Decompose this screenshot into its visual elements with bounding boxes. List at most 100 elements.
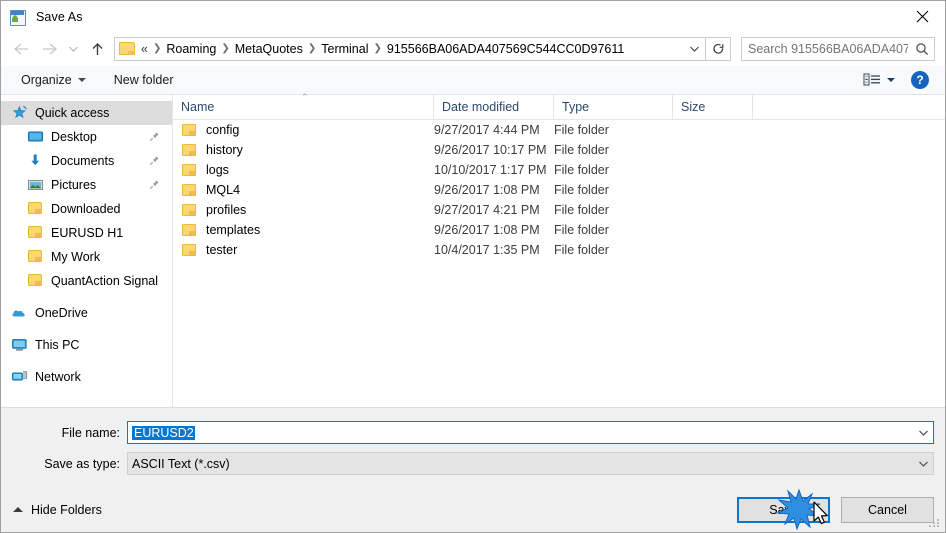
pin-icon[interactable] — [149, 155, 160, 166]
file-name-cell: logs — [173, 160, 434, 180]
view-chevron-down-icon[interactable] — [887, 78, 895, 82]
folder-icon — [27, 249, 44, 265]
network-icon — [11, 369, 28, 385]
sidebar-item-label: Pictures — [51, 178, 97, 192]
file-name: config — [206, 123, 240, 137]
file-name-cell: profiles — [173, 200, 434, 220]
window-title: Save As — [36, 9, 83, 24]
address-bar: « ❯ Roaming ❯ MetaQuotes ❯ Terminal ❯ 91… — [1, 32, 945, 66]
dialog-footer: Hide Folders Save Cancel — [1, 487, 945, 532]
breadcrumb-item-terminal[interactable]: Terminal — [317, 38, 372, 60]
breadcrumb-item-roaming[interactable]: Roaming — [162, 38, 220, 60]
breadcrumb-item-terminal-id[interactable]: 915566BA06ADA407569C544CC0D97611 — [383, 38, 628, 60]
filetype-chevron-down-icon[interactable] — [913, 460, 933, 468]
hide-folders-button[interactable]: Hide Folders — [13, 503, 102, 517]
sidebar-item-label: This PC — [35, 338, 80, 352]
table-row[interactable]: tester 10/4/2017 1:35 PM File folder — [173, 240, 945, 260]
sidebar-item-onedrive[interactable]: OneDrive — [1, 301, 172, 325]
address-chevron-down-icon[interactable] — [683, 45, 705, 53]
table-row[interactable]: logs 10/10/2017 1:17 PM File folder — [173, 160, 945, 180]
breadcrumb-overflow[interactable]: « — [138, 38, 152, 60]
column-header-row: Name Date modified Type Size ⌃ — [173, 92, 945, 120]
sidebar-item-quantaction-signal[interactable]: QuantAction Signal — [1, 269, 172, 293]
recent-locations-chevron-down-icon[interactable] — [63, 35, 83, 63]
filename-chevron-down-icon[interactable] — [913, 429, 933, 437]
organize-button[interactable]: Organize — [15, 70, 92, 90]
sidebar-item-eurusd-h1[interactable]: EURUSD H1 — [1, 221, 172, 245]
title-bar: Save As — [1, 1, 945, 32]
sidebar-item-this-pc[interactable]: This PC — [1, 333, 172, 357]
folder-icon — [27, 225, 44, 241]
folder-icon — [181, 163, 197, 177]
save-as-icon — [9, 8, 27, 26]
sidebar-item-label: OneDrive — [35, 306, 88, 320]
search-box[interactable] — [741, 37, 935, 61]
file-name: profiles — [206, 203, 247, 217]
file-date: 10/4/2017 1:35 PM — [434, 243, 540, 257]
filename-label: File name: — [61, 425, 120, 440]
sidebar-item-pictures[interactable]: Pictures — [1, 173, 172, 197]
filename-value: EURUSD2 — [132, 425, 195, 440]
save-button[interactable]: Save — [737, 496, 830, 523]
organize-label: Organize — [21, 73, 72, 87]
sidebar-item-desktop[interactable]: Desktop — [1, 125, 172, 149]
star-icon — [11, 105, 28, 121]
column-header-type[interactable]: Type — [554, 95, 673, 119]
new-folder-label: New folder — [113, 73, 174, 87]
filetype-select[interactable]: ASCII Text (*.csv) — [127, 452, 934, 475]
sidebar-item-label: Quick access — [35, 106, 110, 120]
pin-icon[interactable] — [149, 131, 160, 142]
file-type: File folder — [554, 123, 609, 137]
cancel-button[interactable]: Cancel — [841, 496, 934, 523]
table-row[interactable]: templates 9/26/2017 1:08 PM File folder — [173, 220, 945, 240]
file-name: history — [206, 143, 243, 157]
resize-grip-icon[interactable] — [929, 517, 941, 529]
up-arrow-icon[interactable] — [83, 35, 111, 63]
pin-icon[interactable] — [149, 179, 160, 190]
table-row[interactable]: history 9/26/2017 10:17 PM File folder — [173, 140, 945, 160]
file-size — [673, 160, 753, 180]
file-name: tester — [206, 243, 238, 257]
column-header-date-modified[interactable]: Date modified — [434, 95, 554, 119]
filetype-row: Save as type: ASCII Text (*.csv) — [1, 452, 945, 475]
folder-icon — [27, 201, 44, 217]
file-type: File folder — [554, 223, 609, 237]
file-size — [673, 140, 753, 160]
table-row[interactable]: config 9/27/2017 4:44 PM File folder — [173, 120, 945, 140]
sidebar-item-quick-access[interactable]: Quick access — [1, 101, 172, 125]
help-icon[interactable]: ? — [911, 71, 929, 89]
column-header-size[interactable]: Size — [673, 95, 753, 119]
save-as-dialog: Save As « ❯ Roaming ❯ MetaQuotes ❯ Termi… — [0, 0, 946, 533]
chevron-up-icon — [13, 507, 23, 512]
forward-arrow-icon[interactable] — [35, 35, 63, 63]
file-date: 9/26/2017 10:17 PM — [434, 143, 547, 157]
file-date: 10/10/2017 1:17 PM — [434, 163, 547, 177]
refresh-icon[interactable] — [706, 37, 731, 61]
folder-icon — [27, 273, 44, 289]
file-name-cell: config — [173, 120, 434, 140]
file-rows: config 9/27/2017 4:44 PM File folder his… — [173, 120, 945, 407]
search-input[interactable] — [742, 41, 910, 57]
filename-input[interactable]: EURUSD2 — [127, 421, 934, 444]
sidebar-item-network[interactable]: Network — [1, 365, 172, 389]
breadcrumb-item-metaquotes[interactable]: MetaQuotes — [231, 38, 307, 60]
close-icon[interactable] — [899, 1, 945, 31]
file-name-cell: MQL4 — [173, 180, 434, 200]
breadcrumb[interactable]: « ❯ Roaming ❯ MetaQuotes ❯ Terminal ❯ 91… — [114, 37, 706, 61]
cancel-label: Cancel — [868, 502, 907, 517]
new-folder-button[interactable]: New folder — [108, 70, 180, 90]
table-row[interactable]: MQL4 9/26/2017 1:08 PM File folder — [173, 180, 945, 200]
file-date: 9/26/2017 1:08 PM — [434, 183, 540, 197]
breadcrumb-separator: ❯ — [307, 43, 317, 54]
view-list-icon[interactable] — [863, 72, 883, 88]
back-arrow-icon[interactable] — [7, 35, 35, 63]
file-name-cell: templates — [173, 220, 434, 240]
table-row[interactable]: profiles 9/27/2017 4:21 PM File folder — [173, 200, 945, 220]
search-icon — [910, 42, 934, 56]
sidebar-item-downloaded[interactable]: Downloaded — [1, 197, 172, 221]
sidebar-item-my-work[interactable]: My Work — [1, 245, 172, 269]
sidebar-item-documents[interactable]: Documents — [1, 149, 172, 173]
file-type: File folder — [554, 183, 609, 197]
command-toolbar: Organize New folder ? — [1, 66, 945, 95]
file-name: logs — [206, 163, 229, 177]
